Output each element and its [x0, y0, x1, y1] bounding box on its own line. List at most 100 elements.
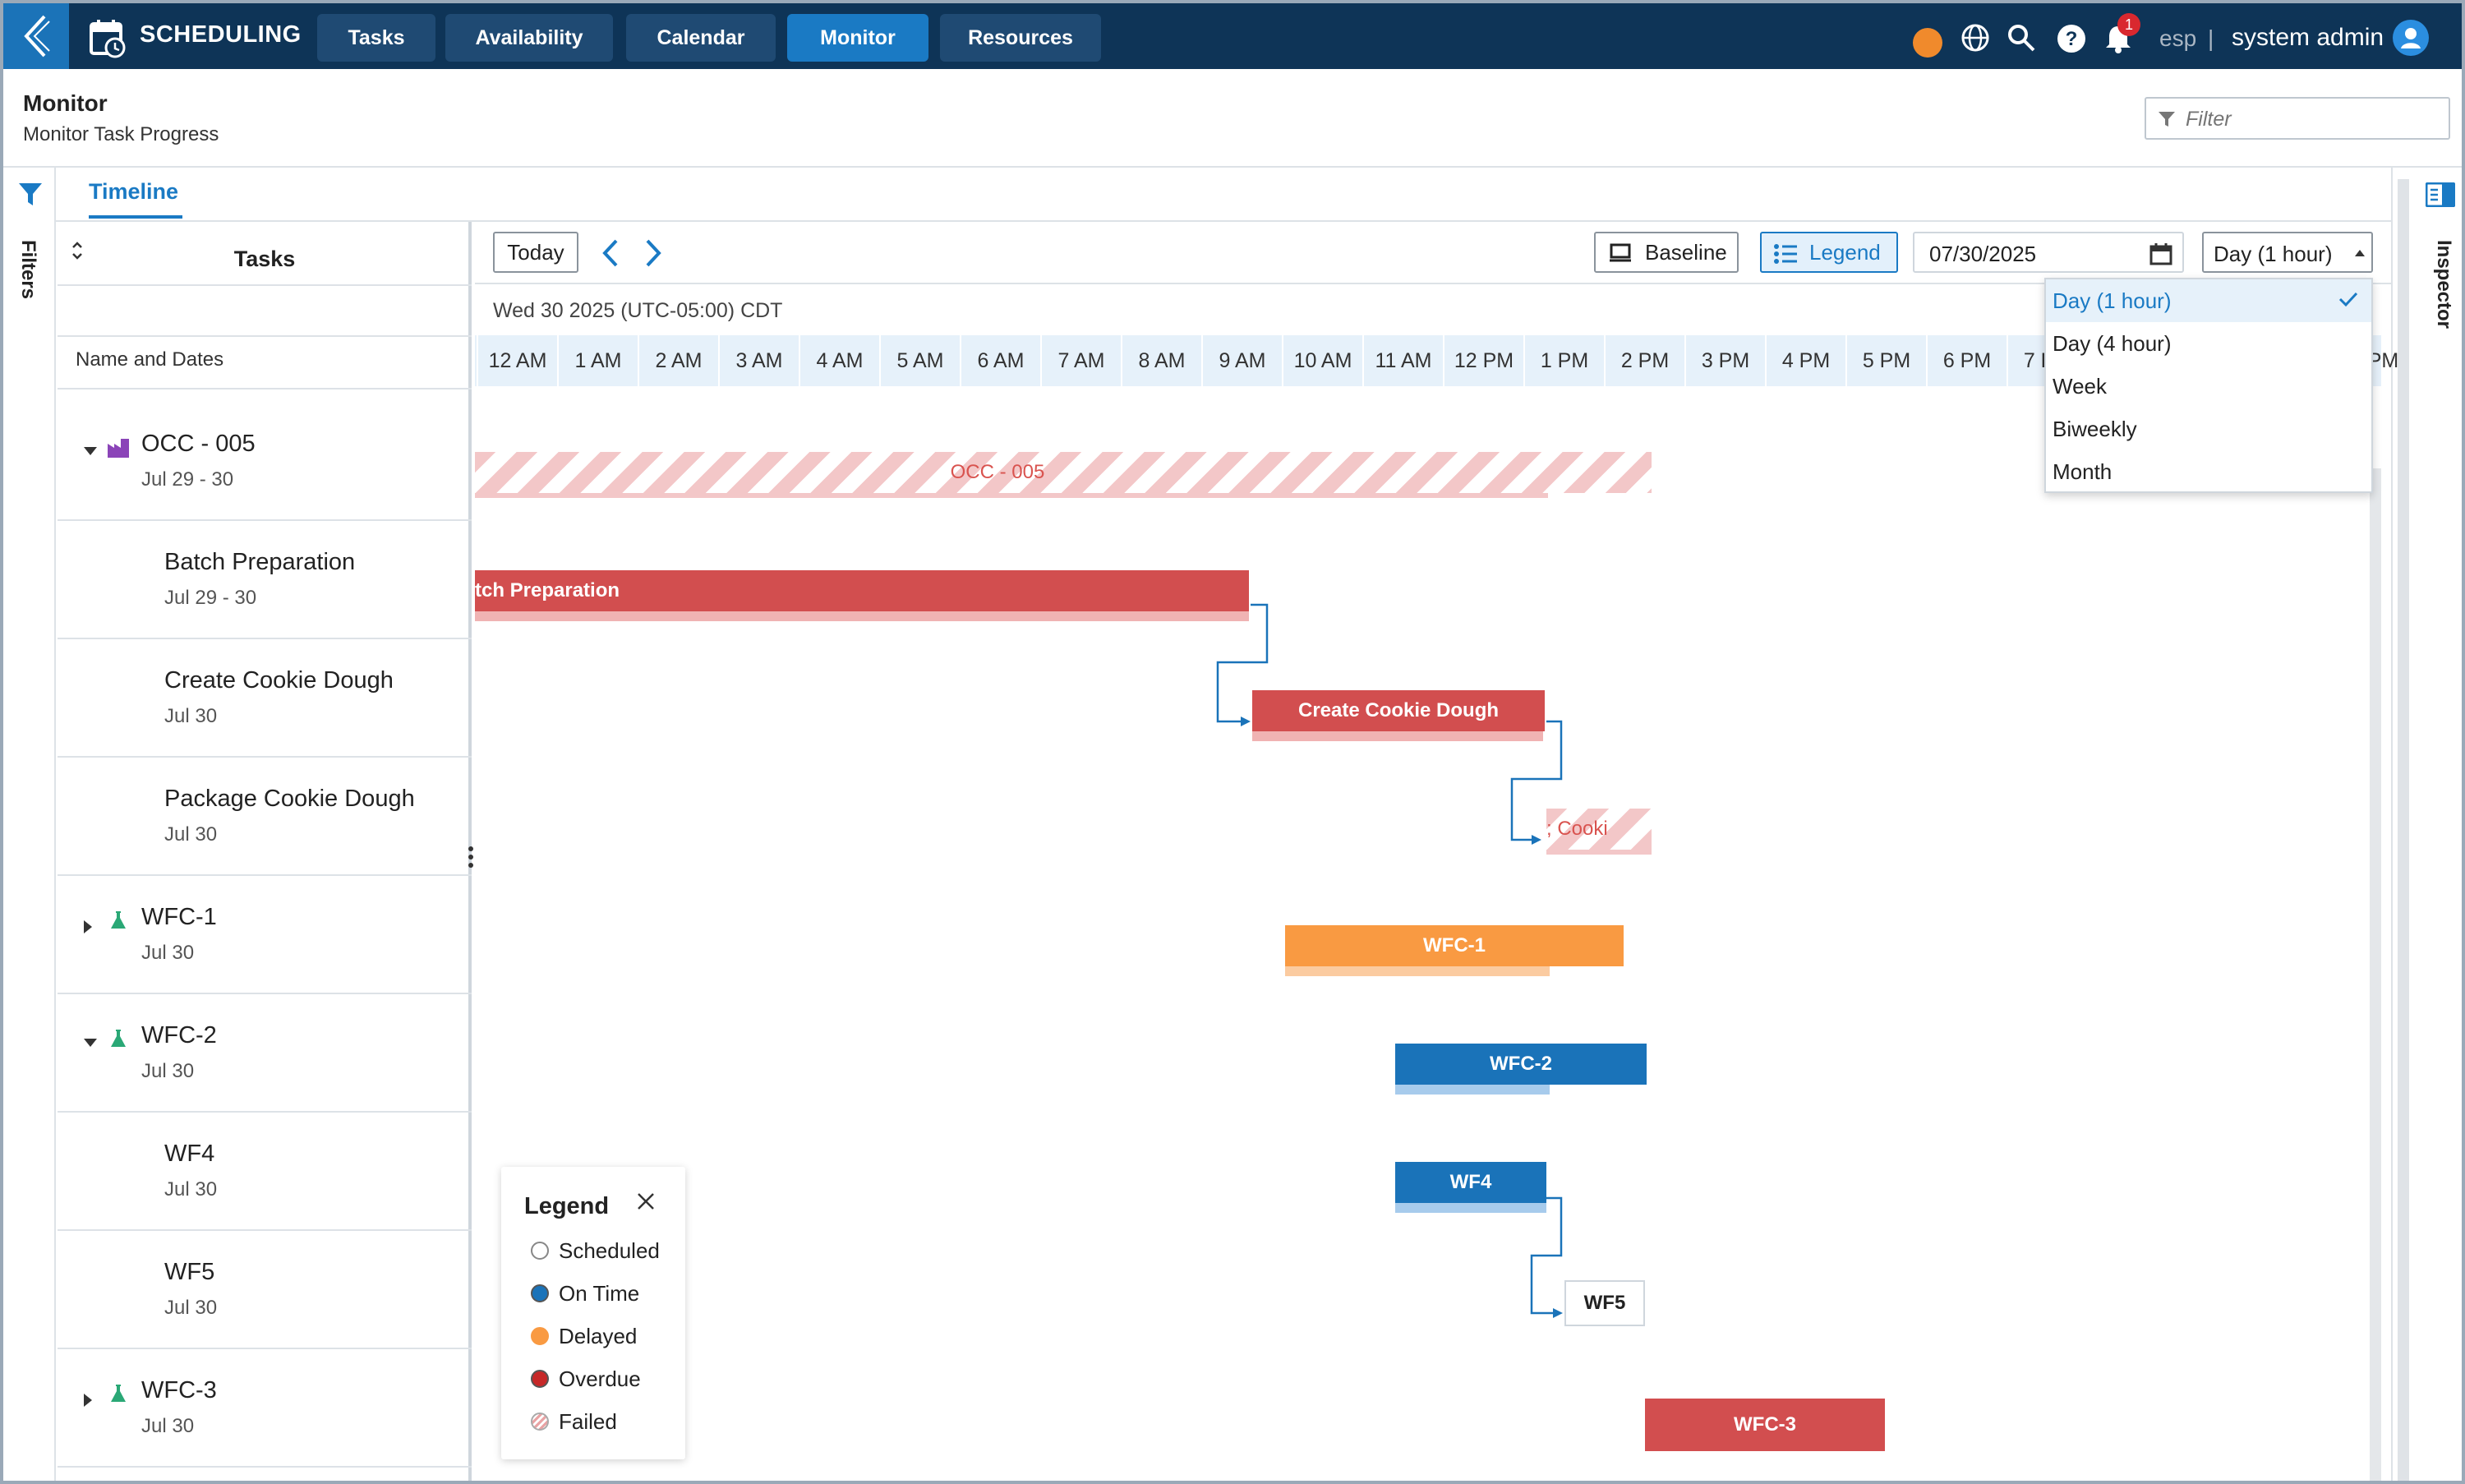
inspector-label[interactable]: Inspector: [2432, 240, 2455, 329]
collapse-caret-icon[interactable]: [84, 447, 97, 455]
timeline-bar-wfc-1[interactable]: WFC-1: [1285, 925, 1624, 966]
zoom-option-biweekly[interactable]: Biweekly: [2046, 408, 2371, 450]
nav-tab-availability[interactable]: Availability: [445, 14, 613, 62]
help-icon[interactable]: ?: [2056, 23, 2087, 54]
filter-input[interactable]: [2186, 105, 2432, 133]
close-icon[interactable]: [636, 1191, 656, 1211]
language-separator: |: [2208, 25, 2214, 51]
bar-progress: [475, 611, 1249, 621]
status-dot-failed: [531, 1413, 549, 1431]
status-dot[interactable]: [1913, 28, 1942, 58]
timeline-bar-create-cookie-dough[interactable]: Create Cookie Dough: [1252, 690, 1545, 731]
nav-tab-resources[interactable]: Resources: [940, 14, 1101, 62]
timeline-bar-batch-preparation[interactable]: tch Preparation: [475, 570, 1249, 611]
page-subtitle: Monitor Task Progress: [23, 123, 219, 145]
legend-item-scheduled: Scheduled: [531, 1237, 660, 1264]
filters-rail[interactable]: Filters: [3, 168, 56, 1481]
baseline-button[interactable]: Baseline: [1594, 232, 1739, 273]
legend-title: Legend: [524, 1193, 610, 1219]
chevron-right-icon[interactable]: [644, 238, 662, 268]
nav-tab-tasks[interactable]: Tasks: [317, 14, 435, 62]
list-icon: [1774, 244, 1797, 264]
tasks-panel: Tasks Name and Dates OCC - 005 Jul 29 - …: [58, 222, 472, 1481]
bar-progress: [475, 493, 1548, 498]
timeline-bar-wf5[interactable]: WF5: [1564, 1280, 1645, 1326]
timeline-bar-wf4[interactable]: WF4: [1395, 1162, 1546, 1203]
zoom-value: Day (1 hour): [2214, 242, 2333, 266]
legend-label: Overdue: [559, 1366, 641, 1391]
zoom-option-month[interactable]: Month: [2046, 450, 2371, 493]
task-row-wf4[interactable]: WF4 Jul 30: [58, 1113, 472, 1231]
expand-caret-icon[interactable]: [84, 920, 92, 933]
task-dates: Jul 29 - 30: [141, 468, 234, 491]
option-label: Day (1 hour): [2053, 288, 2172, 313]
language-switch[interactable]: esp: [2159, 25, 2196, 52]
task-row-occ-005[interactable]: OCC - 005 Jul 29 - 30: [58, 403, 472, 521]
tab-timeline[interactable]: Timeline: [89, 179, 178, 205]
filter-icon[interactable]: [18, 182, 43, 207]
back-button[interactable]: [3, 3, 69, 69]
legend-item-overdue: Overdue: [531, 1366, 641, 1392]
timeline-bar-package-cookie-dough[interactable]: ; Cooki: [1546, 809, 1652, 850]
legend-button[interactable]: Legend: [1760, 232, 1898, 273]
legend-label: Scheduled: [559, 1237, 660, 1263]
bar-progress: [1252, 731, 1545, 741]
flask-icon: [111, 911, 126, 929]
task-dates: Jul 29 - 30: [164, 587, 257, 609]
globe-icon[interactable]: [1960, 23, 1990, 53]
zoom-option-day-4-hour[interactable]: Day (4 hour): [2046, 322, 2371, 365]
filter-field[interactable]: [2145, 97, 2450, 140]
task-name: Batch Preparation: [164, 549, 356, 575]
top-bar: SCHEDULING Tasks Availability Calendar M…: [3, 3, 2462, 69]
task-dates: Jul 30: [141, 1060, 195, 1082]
task-row-wfc-2[interactable]: WFC-2 Jul 30: [58, 994, 472, 1113]
legend-label: On Time: [559, 1280, 640, 1306]
expand-caret-icon[interactable]: [84, 1394, 92, 1407]
zoom-dropdown-menu: Day (1 hour) Day (4 hour) Week Biweekly …: [2044, 278, 2373, 493]
bar-progress: [1285, 966, 1550, 976]
status-dot-on-time: [531, 1284, 549, 1302]
status-dot-overdue: [531, 1370, 549, 1388]
task-name: WFC-2: [141, 1022, 217, 1048]
search-icon[interactable]: [2007, 23, 2036, 53]
task-row-wf5[interactable]: WF5 Jul 30: [58, 1231, 472, 1349]
chevron-left-icon: [24, 15, 50, 58]
today-button[interactable]: Today: [493, 232, 578, 273]
app-title: SCHEDULING: [140, 21, 302, 48]
bar-progress: [1395, 1203, 1546, 1213]
task-name: WF5: [164, 1259, 215, 1285]
flask-icon: [111, 1385, 126, 1402]
task-row-batch-preparation[interactable]: Batch Preparation Jul 29 - 30: [58, 521, 472, 639]
task-row-wfc-3[interactable]: WFC-3 Jul 30: [58, 1349, 472, 1468]
calendar-icon[interactable]: [2149, 242, 2172, 265]
legend-label: Failed: [559, 1408, 617, 1434]
divider: [58, 335, 472, 337]
status-dot-scheduled: [531, 1242, 549, 1260]
user-name[interactable]: system admin: [2232, 24, 2384, 52]
task-row-create-cookie-dough[interactable]: Create Cookie Dough Jul 30: [58, 639, 472, 758]
tab-timeline-indicator: [89, 215, 182, 219]
zoom-select[interactable]: Day (1 hour): [2202, 232, 2373, 273]
collapse-caret-icon[interactable]: [84, 1039, 97, 1047]
filters-label[interactable]: Filters: [16, 240, 39, 299]
zoom-option-day-1-hour[interactable]: Day (1 hour): [2046, 279, 2371, 322]
date-picker[interactable]: 07/30/2025: [1913, 232, 2184, 273]
panel-icon[interactable]: [2426, 182, 2455, 207]
nav-tab-calendar[interactable]: Calendar: [626, 14, 776, 62]
zoom-option-week[interactable]: Week: [2046, 365, 2371, 408]
timeline-bar-occ-005[interactable]: OCC - 005: [475, 452, 1652, 493]
timeline-bar-wfc-3[interactable]: WFC-3: [1645, 1399, 1885, 1451]
user-avatar[interactable]: [2393, 20, 2429, 56]
task-name: Create Cookie Dough: [164, 667, 394, 694]
legend-panel: Legend Scheduled On Time Delayed Overdue…: [501, 1167, 685, 1459]
task-dates: Jul 30: [164, 1178, 218, 1201]
panel-splitter-handle[interactable]: [468, 846, 475, 871]
timeline-bar-wfc-2[interactable]: WFC-2: [1395, 1044, 1647, 1085]
task-row-package-cookie-dough[interactable]: Package Cookie Dough Jul 30: [58, 758, 472, 876]
nav-tab-monitor[interactable]: Monitor: [787, 14, 928, 62]
task-row-wfc-1[interactable]: WFC-1 Jul 30: [58, 876, 472, 994]
chevron-left-icon[interactable]: [601, 238, 620, 268]
timeline-scrollbar[interactable]: [2370, 468, 2381, 1481]
divider: [58, 388, 472, 389]
task-name: WFC-1: [141, 904, 217, 930]
